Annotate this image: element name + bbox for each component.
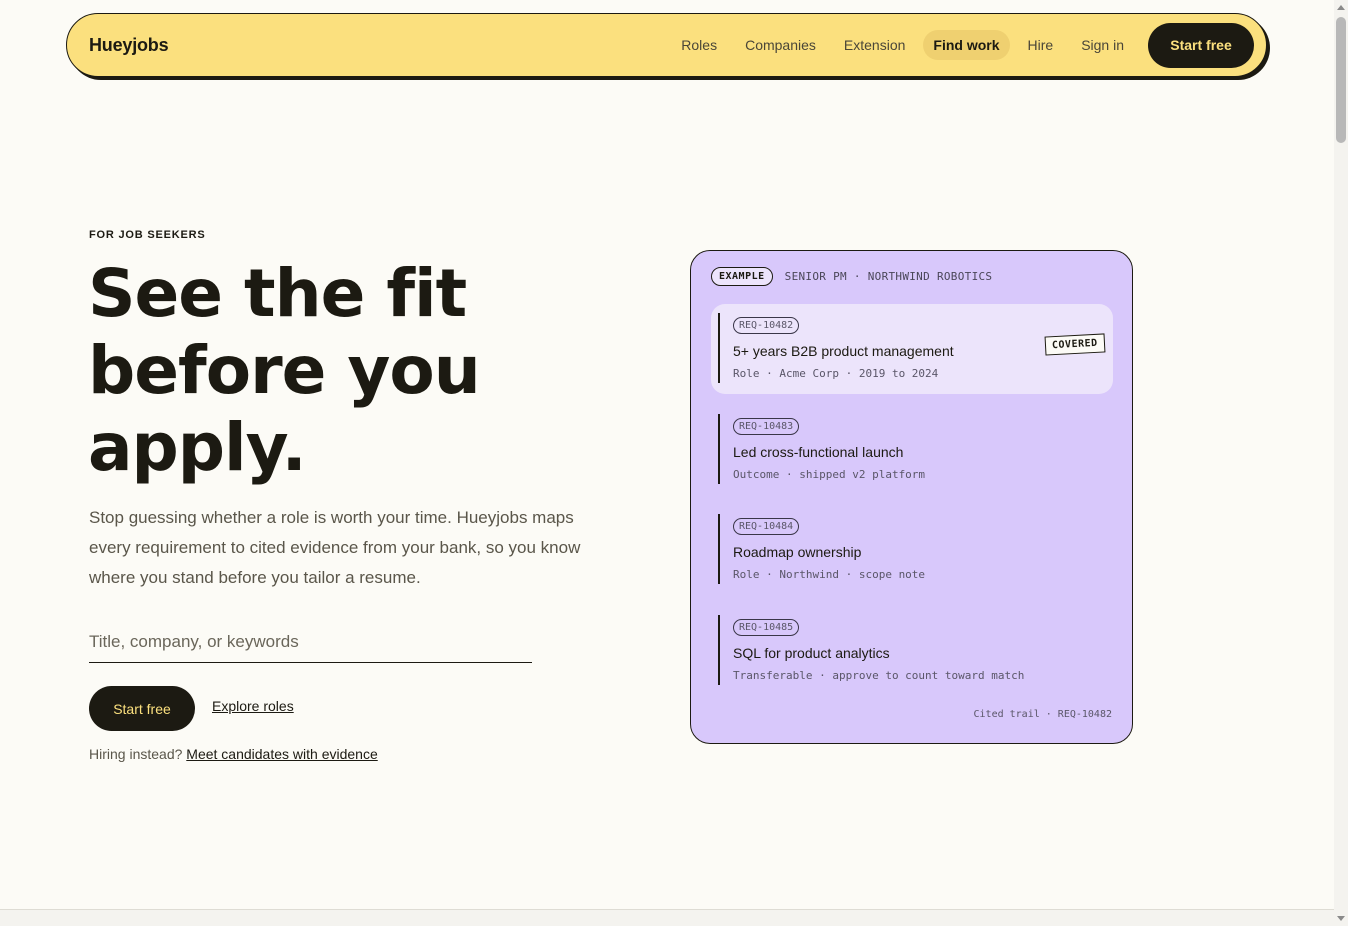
requirement-title: Roadmap ownership [733, 544, 862, 560]
vertical-scrollbar[interactable] [1334, 0, 1348, 926]
explore-roles-link[interactable]: Explore roles [212, 698, 294, 714]
example-tag: EXAMPLE [711, 267, 773, 286]
example-card: EXAMPLE SENIOR PM · NORTHWIND ROBOTICS R… [690, 250, 1133, 744]
bottom-strip [0, 909, 1334, 926]
nav-link-companies[interactable]: Companies [735, 30, 826, 60]
hiring-prompt-text: Hiring instead? [89, 746, 183, 762]
hero-eyebrow: FOR JOB SEEKERS [89, 229, 206, 241]
scroll-up-arrow-icon[interactable] [1337, 5, 1345, 10]
card-header: EXAMPLE SENIOR PM · NORTHWIND ROBOTICS [711, 267, 992, 286]
nav-link-extension[interactable]: Extension [834, 30, 915, 60]
covered-badge: COVERED [1044, 333, 1106, 356]
requirement-item[interactable]: REQ-10482 5+ years B2B product managemen… [711, 304, 1113, 394]
requirement-bar [718, 615, 720, 685]
requirement-title: Led cross-functional launch [733, 444, 904, 460]
requirement-item[interactable]: REQ-10485 SQL for product analytics Tran… [711, 606, 1113, 696]
nav-link-hire[interactable]: Hire [1018, 30, 1064, 60]
search-input[interactable] [89, 622, 532, 663]
requirement-title: SQL for product analytics [733, 645, 890, 661]
requirement-code: REQ-10483 [733, 418, 800, 435]
brand-logo[interactable]: Hueyjobs [89, 35, 169, 56]
headline-line-1: See the fit [88, 255, 467, 332]
requirement-meta: Outcome · shipped v2 platform [733, 468, 926, 481]
nav-link-find-work[interactable]: Find work [923, 30, 1010, 60]
nav-link-sign-in[interactable]: Sign in [1071, 30, 1134, 60]
cited-trail: Cited trail · REQ-10482 [973, 709, 1112, 720]
nav-links: Roles Companies Extension Find work Hire… [667, 22, 1254, 68]
requirement-bar [718, 514, 720, 584]
requirement-code: REQ-10485 [733, 619, 800, 636]
requirement-code: REQ-10482 [733, 317, 800, 334]
requirement-bar [718, 414, 720, 484]
scrollbar-thumb[interactable] [1336, 17, 1346, 143]
hiring-prompt: Hiring instead? Meet candidates with evi… [89, 746, 378, 762]
nav-link-roles[interactable]: Roles [671, 30, 727, 60]
start-free-button[interactable]: Start free [89, 686, 195, 731]
requirement-code: REQ-10484 [733, 518, 800, 535]
scroll-down-arrow-icon[interactable] [1337, 916, 1345, 921]
card-context: SENIOR PM · NORTHWIND ROBOTICS [784, 270, 993, 283]
headline-line-3: apply. [88, 409, 307, 486]
hero-subtext: Stop guessing whether a role is worth yo… [89, 508, 581, 587]
requirement-meta: Transferable · approve to count toward m… [733, 669, 1025, 682]
top-nav: Hueyjobs Roles Companies Extension Find … [66, 13, 1267, 77]
requirement-bar [718, 313, 720, 383]
hero-headline: See the fit before you apply. [88, 255, 608, 486]
requirement-item[interactable]: REQ-10484 Roadmap ownership Role · North… [711, 505, 1113, 595]
requirement-meta: Role · Acme Corp · 2019 to 2024 [733, 367, 939, 380]
requirement-item[interactable]: REQ-10483 Led cross-functional launch Ou… [711, 405, 1113, 495]
meet-candidates-link[interactable]: Meet candidates with evidence [186, 746, 377, 762]
requirement-title: 5+ years B2B product management [733, 343, 954, 359]
headline-line-2: before you [88, 332, 481, 409]
requirement-meta: Role · Northwind · scope note [733, 568, 926, 581]
nav-start-free-button[interactable]: Start free [1148, 22, 1254, 68]
